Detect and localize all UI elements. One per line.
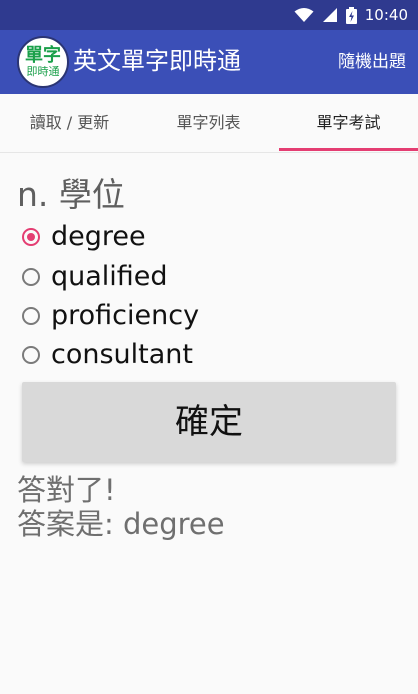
random-quiz-button[interactable]: 隨機出題 [338, 51, 406, 73]
result-answer: 答案是: degree [17, 507, 225, 541]
option-proficiency[interactable]: proficiency [22, 297, 199, 335]
status-time: 10:40 [364, 6, 408, 24]
option-label[interactable]: consultant [51, 336, 193, 374]
signal-icon [322, 8, 337, 22]
result-status: 答對了! [17, 473, 116, 507]
app-logo: 單字 即時通 [17, 36, 69, 88]
radio-button[interactable] [22, 268, 40, 286]
wifi-icon [294, 8, 314, 22]
battery-icon [345, 6, 357, 24]
status-icons: 10:40 [294, 6, 408, 24]
logo-text-sub: 即時通 [26, 65, 60, 78]
tab-word-quiz[interactable]: 單字考試 [279, 94, 418, 152]
confirm-button[interactable]: 確定 [22, 382, 396, 462]
option-label[interactable]: degree [51, 218, 146, 256]
app-title: 英文單字即時通 [73, 47, 241, 75]
tab-word-list[interactable]: 單字列表 [139, 94, 278, 152]
tab-bar: 讀取 / 更新 單字列表 單字考試 [0, 94, 418, 153]
radio-button[interactable] [22, 307, 40, 325]
tab-read-update[interactable]: 讀取 / 更新 [0, 94, 139, 152]
option-consultant[interactable]: consultant [22, 336, 193, 374]
option-label[interactable]: proficiency [51, 297, 199, 335]
option-qualified[interactable]: qualified [22, 258, 168, 296]
option-label[interactable]: qualified [51, 258, 168, 296]
logo-text-main: 單字 [25, 45, 61, 66]
radio-button[interactable] [22, 346, 40, 364]
quiz-question: n. 學位 [17, 175, 125, 214]
option-degree[interactable]: degree [22, 218, 146, 256]
tab-indicator [279, 148, 418, 151]
radio-button-selected[interactable] [22, 228, 40, 246]
app-bar: 單字 即時通 英文單字即時通 隨機出題 [0, 30, 418, 94]
status-bar: 10:40 [0, 0, 418, 30]
